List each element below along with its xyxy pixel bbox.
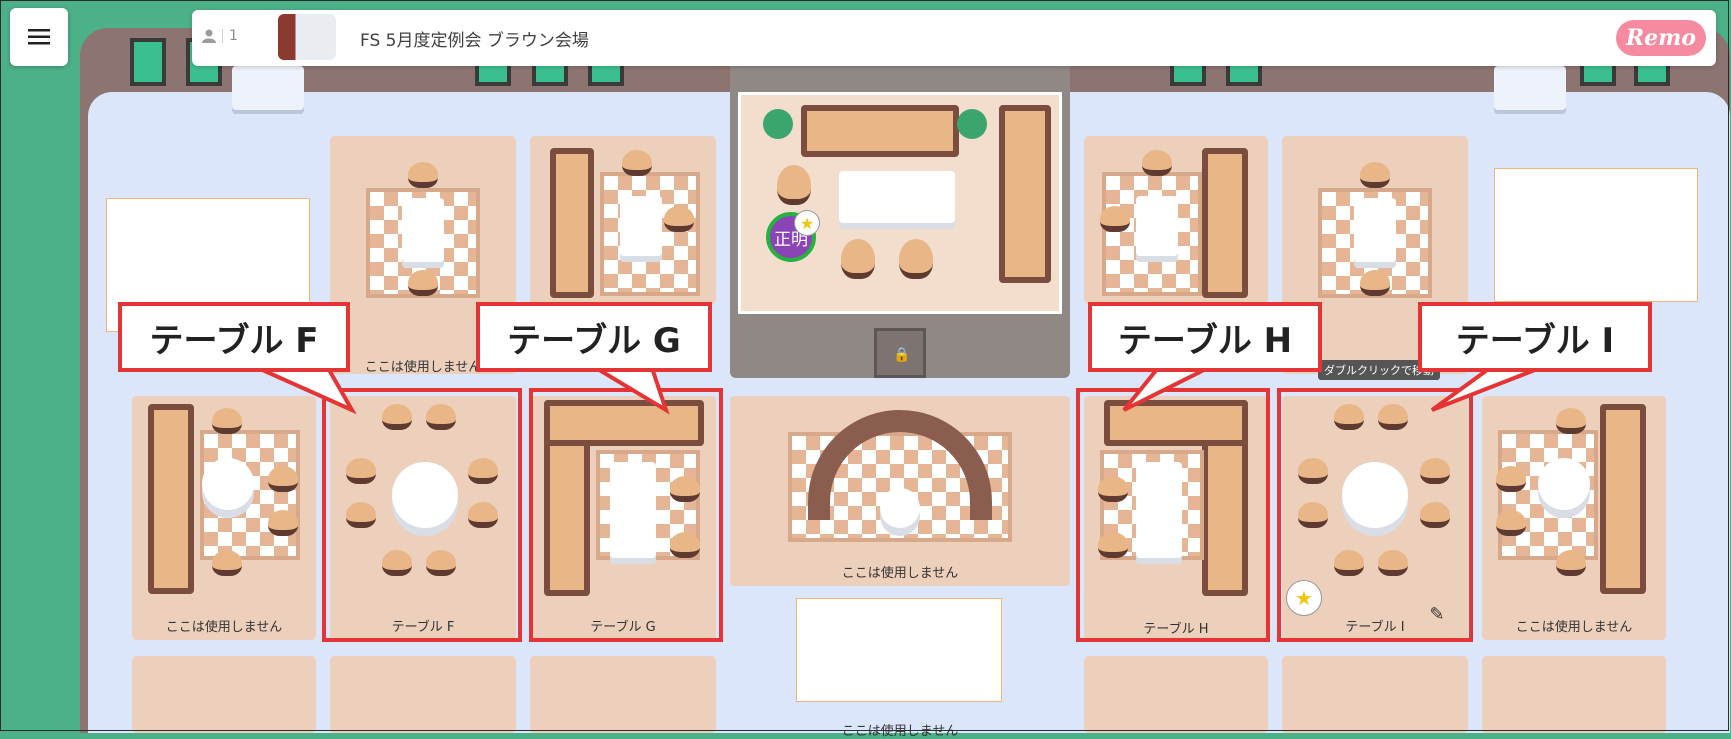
callout-table-h: テーブル H (1088, 302, 1322, 372)
callout-table-g: テーブル G (476, 302, 712, 372)
callout-pointer-h (1122, 366, 1209, 412)
callout-pointer-i (1430, 366, 1541, 412)
callout-table-f: テーブル F (118, 302, 350, 372)
hamburger-menu-icon (28, 29, 50, 45)
remo-logo[interactable]: Remo (1616, 20, 1706, 56)
star-icon[interactable]: ★ (1286, 580, 1322, 616)
participant-count-value: 1 (229, 28, 238, 44)
event-title: FS 5月度定例会 ブラウン会場 (360, 31, 589, 51)
callout-pointer-g (588, 366, 670, 415)
event-header: 1 FS 5月度定例会 ブラウン会場 Remo (192, 10, 1716, 66)
person-icon (202, 29, 216, 43)
event-thumbnail (278, 14, 336, 60)
edit-icon[interactable]: ✎ (1424, 602, 1450, 628)
callout-table-i: テーブル I (1418, 302, 1652, 372)
callout-pointer-f (257, 366, 357, 415)
menu-button[interactable] (10, 8, 68, 66)
participant-count[interactable]: 1 (202, 28, 238, 44)
separator (222, 29, 223, 43)
